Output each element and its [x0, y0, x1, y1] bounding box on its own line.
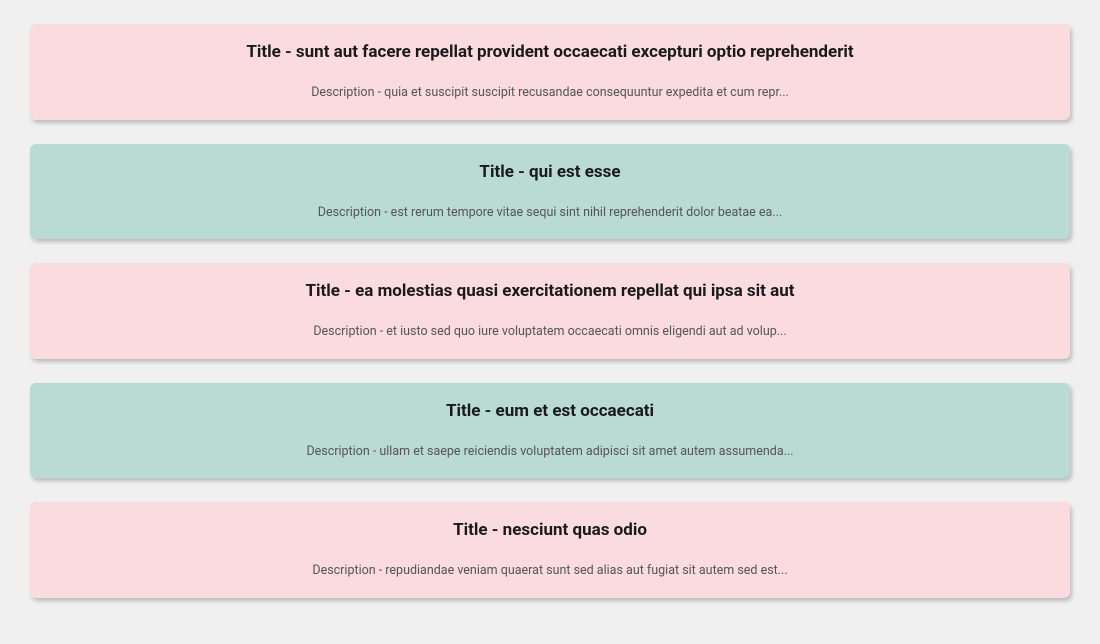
post-list: Title - sunt aut facere repellat provide… [30, 24, 1070, 598]
post-title: Title - nesciunt quas odio [50, 520, 1050, 540]
post-description: Description - ullam et saepe reiciendis … [50, 443, 1050, 461]
post-description: Description - et iusto sed quo iure volu… [50, 323, 1050, 341]
post-description: Description - repudiandae veniam quaerat… [50, 562, 1050, 580]
post-card[interactable]: Title - nesciunt quas odio Description -… [30, 502, 1070, 598]
post-title: Title - eum et est occaecati [50, 401, 1050, 421]
post-title: Title - sunt aut facere repellat provide… [50, 42, 1050, 62]
post-description: Description - quia et suscipit suscipit … [50, 84, 1050, 102]
post-card[interactable]: Title - sunt aut facere repellat provide… [30, 24, 1070, 120]
post-card[interactable]: Title - eum et est occaecati Description… [30, 383, 1070, 479]
post-card[interactable]: Title - qui est esse Description - est r… [30, 144, 1070, 240]
post-title: Title - ea molestias quasi exercitatione… [50, 281, 1050, 301]
post-title: Title - qui est esse [50, 162, 1050, 182]
post-card[interactable]: Title - ea molestias quasi exercitatione… [30, 263, 1070, 359]
post-description: Description - est rerum tempore vitae se… [50, 204, 1050, 222]
